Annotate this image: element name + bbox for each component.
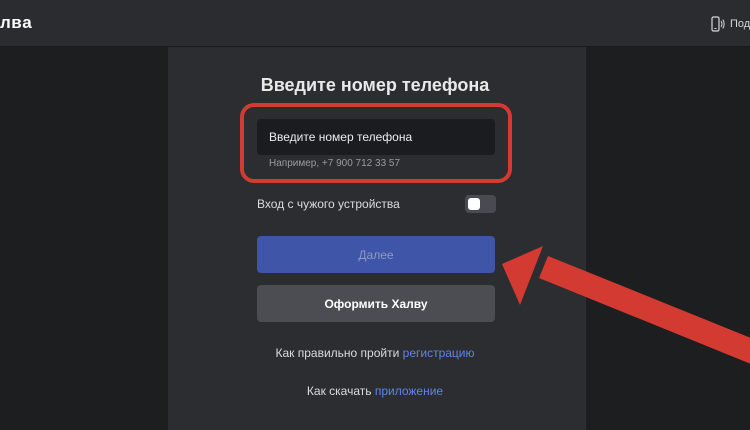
apply-halva-button[interactable]: Оформить Халву: [257, 285, 495, 322]
right-background: [586, 47, 750, 430]
app-link[interactable]: приложение: [375, 384, 443, 398]
other-device-label: Вход с чужого устройства: [257, 197, 400, 211]
highlight-frame: [240, 103, 512, 183]
registration-prefix: Как правильно пройти: [275, 346, 403, 360]
page-title: Введите номер телефона: [260, 75, 490, 95]
app-prefix: Как скачать: [306, 384, 375, 398]
top-bar: лвa Под: [0, 0, 750, 47]
mobile-app-link[interactable]: Под: [710, 15, 750, 33]
registration-help: Как правильно пройти регистрацию: [0, 346, 750, 360]
app-help: Как скачать приложение: [0, 384, 750, 398]
left-background: [0, 47, 168, 430]
toggle-knob: [468, 198, 480, 210]
registration-link[interactable]: регистрацию: [403, 346, 475, 360]
other-device-toggle[interactable]: [465, 195, 496, 213]
next-button[interactable]: Далее: [257, 236, 495, 273]
mobile-app-link-label: Под: [730, 18, 750, 30]
phone-icon: [711, 16, 725, 32]
brand-logo[interactable]: лвa: [0, 13, 32, 33]
